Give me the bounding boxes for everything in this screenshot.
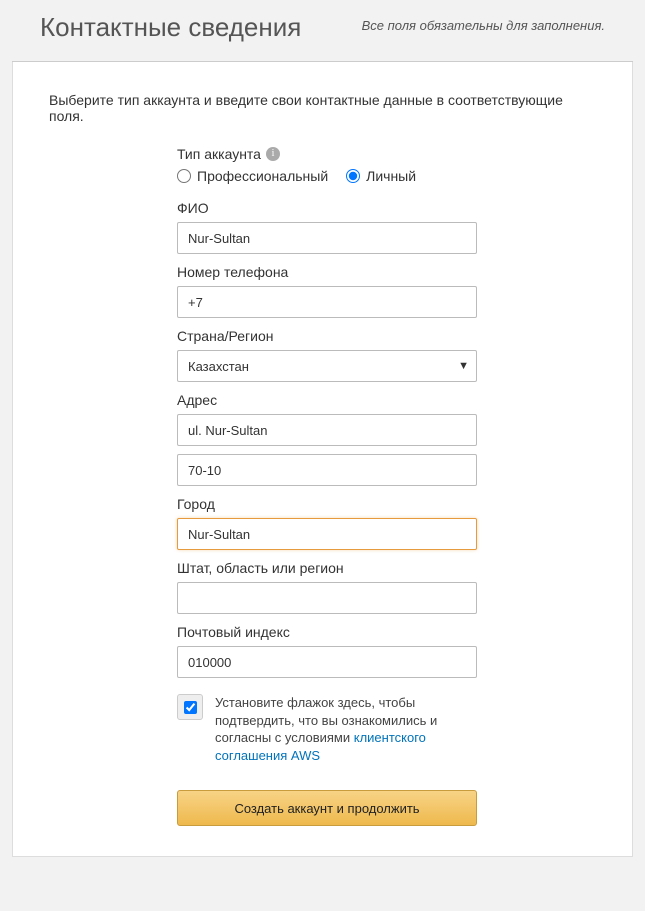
radio-professional-label: Профессиональный — [197, 168, 328, 184]
phone-label: Номер телефона — [177, 264, 477, 280]
phone-input[interactable] — [177, 286, 477, 318]
address-line1-input[interactable] — [177, 414, 477, 446]
required-note: Все поля обязательны для заполнения. — [362, 18, 605, 33]
address-line2-input[interactable] — [177, 454, 477, 486]
intro-text: Выберите тип аккаунта и введите свои кон… — [49, 92, 596, 124]
info-icon[interactable]: i — [266, 147, 280, 161]
fullname-label: ФИО — [177, 200, 477, 216]
agreement-checkbox-wrap[interactable] — [177, 694, 203, 720]
agreement-text: Установите флажок здесь, чтобы подтверди… — [215, 694, 477, 764]
radio-personal[interactable] — [346, 169, 360, 183]
radio-personal-label: Личный — [366, 168, 416, 184]
account-type-personal[interactable]: Личный — [346, 168, 416, 184]
page-title: Контактные сведения — [40, 12, 301, 43]
city-input[interactable] — [177, 518, 477, 550]
account-type-professional[interactable]: Профессиональный — [177, 168, 328, 184]
state-input[interactable] — [177, 582, 477, 614]
postal-label: Почтовый индекс — [177, 624, 477, 640]
postal-input[interactable] — [177, 646, 477, 678]
fullname-input[interactable] — [177, 222, 477, 254]
state-label: Штат, область или регион — [177, 560, 477, 576]
country-select[interactable]: Казахстан — [177, 350, 477, 382]
address-label: Адрес — [177, 392, 477, 408]
radio-professional[interactable] — [177, 169, 191, 183]
agreement-checkbox[interactable] — [184, 701, 197, 714]
country-label: Страна/Регион — [177, 328, 477, 344]
city-label: Город — [177, 496, 477, 512]
account-type-label: Тип аккаунта — [177, 146, 261, 162]
submit-button[interactable]: Создать аккаунт и продолжить — [177, 790, 477, 826]
